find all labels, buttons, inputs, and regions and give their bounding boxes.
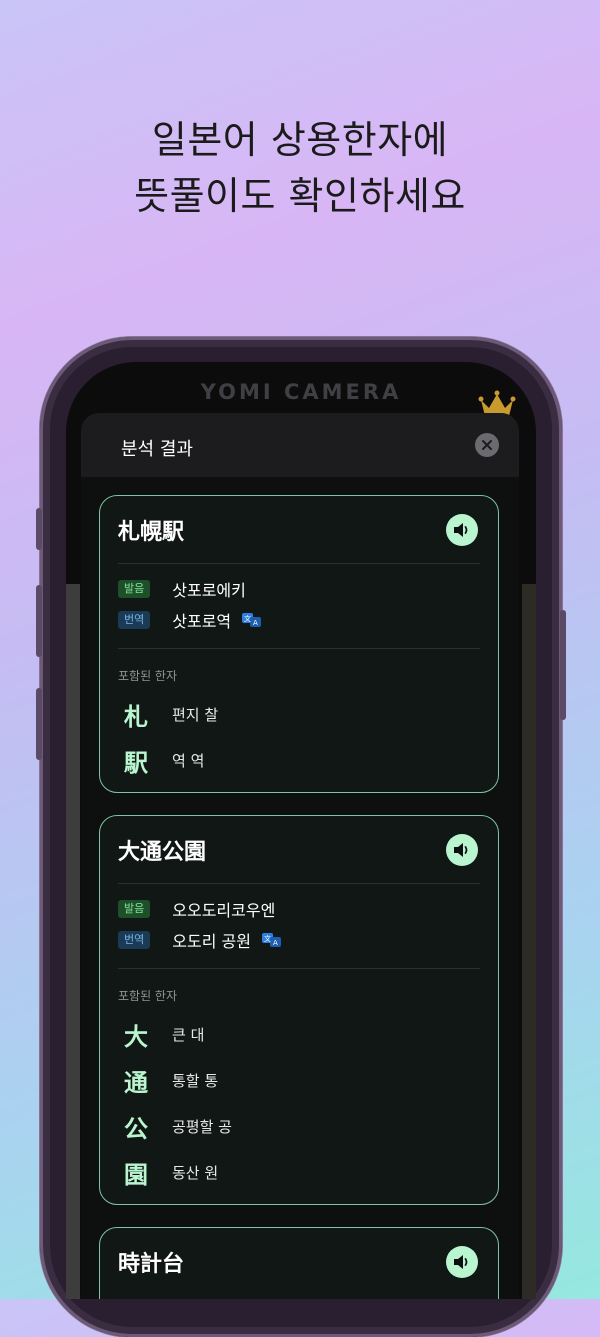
sheet-title: 분석 결과 <box>121 439 193 460</box>
result-card: 時計台 <box>99 1227 499 1299</box>
kanji-row: 公 공평할 공 <box>124 1109 232 1144</box>
translation-text: 오도리 공원 <box>172 932 251 951</box>
camera-preview-left <box>66 584 80 1299</box>
kanji-meaning: 동산 원 <box>172 1164 219 1182</box>
phone-power-button <box>560 610 566 720</box>
speaker-icon <box>454 843 468 857</box>
kanji-char: 大 <box>124 1023 148 1051</box>
svg-text:A: A <box>253 619 258 627</box>
result-word: 時計台 <box>118 1252 185 1277</box>
kanji-char: 園 <box>124 1161 148 1189</box>
pronunciation-row: 발음 오오도리코우엔 <box>118 897 275 921</box>
app-title: YOMI CAMERA <box>200 380 402 404</box>
result-card: 札幌駅 발음 삿포로에키 번역 삿포로역 文 A 포함된 한자 札 편지 찰 駅… <box>99 495 499 793</box>
translate-icon[interactable]: 文 A <box>261 932 283 948</box>
result-word: 大通公園 <box>118 840 207 865</box>
kanji-char: 公 <box>124 1115 148 1143</box>
headline-line-2: 뜻풀이도 확인하세요 <box>134 174 466 218</box>
kanji-char: 駅 <box>124 749 148 777</box>
promo-headline: 일본어 상용한자에 뜻풀이도 확인하세요 <box>0 112 600 224</box>
included-kanji-label: 포함된 한자 <box>118 669 178 683</box>
kanji-char: 札 <box>124 703 148 731</box>
kanji-meaning: 통할 통 <box>172 1072 219 1090</box>
kanji-meaning: 큰 대 <box>172 1026 205 1044</box>
translation-tag: 번역 <box>118 611 151 629</box>
translation-tag: 번역 <box>118 931 151 949</box>
pronunciation-text: 삿포로에키 <box>172 581 246 600</box>
svg-text:文: 文 <box>264 934 271 943</box>
kanji-meaning: 편지 찰 <box>172 706 219 724</box>
pronunciation-text: 오오도리코우엔 <box>172 901 276 920</box>
kanji-row: 駅 역 역 <box>124 743 204 778</box>
kanji-row: 通 통할 통 <box>124 1063 218 1098</box>
pronunciation-row: 발음 삿포로에키 <box>118 577 246 601</box>
svg-text:A: A <box>273 939 278 947</box>
translate-icon[interactable]: 文 A <box>241 612 263 628</box>
card-divider <box>118 563 480 564</box>
kanji-meaning: 역 역 <box>172 752 205 770</box>
speaker-button[interactable] <box>446 834 478 866</box>
close-button[interactable] <box>475 433 499 457</box>
phone-volume-down <box>36 688 42 760</box>
card-divider <box>118 883 480 884</box>
speaker-button[interactable] <box>446 514 478 546</box>
headline-line-1: 일본어 상용한자에 <box>151 118 449 162</box>
close-icon <box>482 440 492 450</box>
speaker-button[interactable] <box>446 1246 478 1278</box>
kanji-meaning: 공평할 공 <box>172 1118 232 1136</box>
pronunciation-tag: 발음 <box>118 900 151 918</box>
speaker-icon <box>454 523 468 537</box>
phone-side-button <box>36 508 42 550</box>
translation-text: 삿포로역 <box>172 612 232 631</box>
result-word: 札幌駅 <box>118 520 185 545</box>
result-card: 大通公園 발음 오오도리코우엔 번역 오도리 공원 文 A 포함된 한자 大 큰… <box>99 815 499 1205</box>
included-kanji-label: 포함된 한자 <box>118 989 178 1003</box>
kanji-char: 通 <box>124 1069 148 1097</box>
analysis-result-sheet: 분석 결과 札幌駅 발음 삿포로에키 번역 삿포로역 文 A 포함된 한자 札 … <box>81 413 519 1299</box>
card-divider <box>118 648 480 649</box>
sheet-header: 분석 결과 <box>81 413 519 477</box>
translation-row: 번역 오도리 공원 文 A <box>118 928 283 952</box>
camera-preview-right <box>522 584 536 1299</box>
kanji-row: 札 편지 찰 <box>124 697 218 732</box>
phone-volume-up <box>36 585 42 657</box>
phone-screen: YOMI CAMERA 분석 결과 札幌駅 발음 삿포로에키 번역 삿포로역 文… <box>66 362 536 1299</box>
speaker-icon <box>454 1255 468 1269</box>
pronunciation-tag: 발음 <box>118 580 151 598</box>
kanji-row: 大 큰 대 <box>124 1017 204 1052</box>
translation-row: 번역 삿포로역 文 A <box>118 608 263 632</box>
svg-text:文: 文 <box>244 614 251 623</box>
kanji-row: 園 동산 원 <box>124 1155 218 1190</box>
card-divider <box>118 968 480 969</box>
